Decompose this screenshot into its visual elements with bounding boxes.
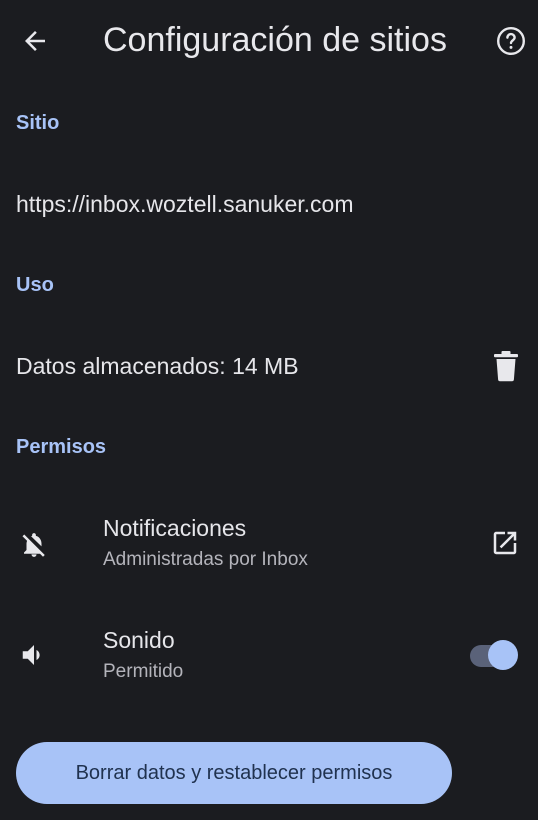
open-notification-settings-button[interactable]: [484, 522, 526, 564]
top-app-bar: Configuración de sitios: [0, 0, 538, 80]
permission-row-sound[interactable]: Sonido Permitido: [0, 617, 538, 697]
back-button[interactable]: [14, 20, 56, 62]
reset-permissions-button[interactable]: Borrar datos y restablecer permisos: [16, 742, 452, 804]
stored-data-label: Datos almacenados: 14 MB: [16, 353, 299, 379]
volume-icon: [14, 635, 54, 675]
open-in-new-icon: [493, 531, 517, 555]
page-title: Configuración de sitios: [103, 21, 447, 59]
section-header-usage: Uso: [16, 274, 54, 296]
section-header-site: Sitio: [16, 112, 60, 134]
arrow-back-icon: [25, 31, 45, 51]
help-button[interactable]: [490, 20, 532, 62]
permission-title: Notificaciones: [103, 515, 247, 541]
toggle-thumb: [488, 640, 518, 670]
permission-title: Sonido: [103, 627, 175, 653]
permission-row-notifications[interactable]: Notificaciones Administradas por Inbox: [0, 505, 538, 585]
sound-toggle[interactable]: [466, 639, 520, 671]
help-circle-icon: [496, 26, 526, 56]
trash-icon: [494, 351, 518, 382]
delete-data-button[interactable]: [486, 344, 526, 388]
permission-subtitle: Administradas por Inbox: [103, 549, 308, 570]
notifications-off-icon: [14, 525, 54, 565]
permission-subtitle: Permitido: [103, 661, 184, 682]
section-header-permissions: Permisos: [16, 436, 107, 458]
site-url: https://inbox.woztell.sanuker.com: [16, 191, 354, 217]
site-settings-screen: Configuración de sitios Sitio https://in…: [0, 0, 538, 820]
